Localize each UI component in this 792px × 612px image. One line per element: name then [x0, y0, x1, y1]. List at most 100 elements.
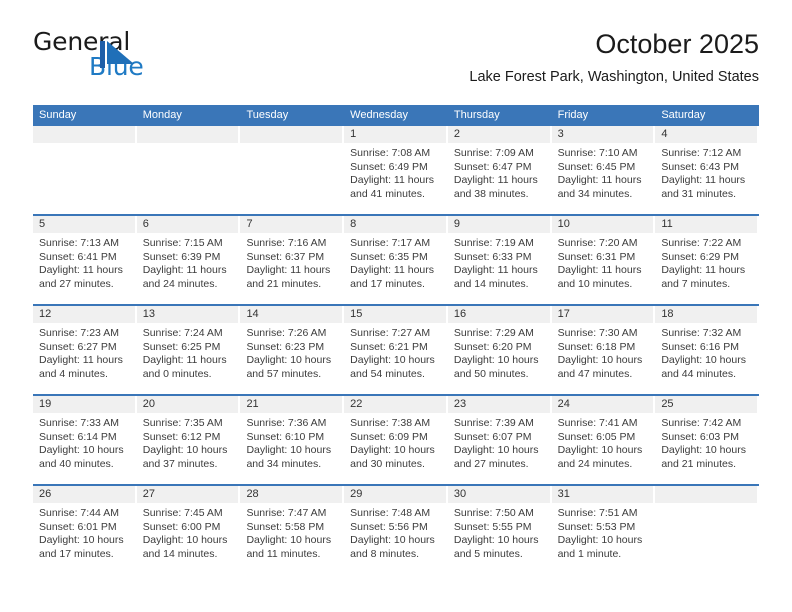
calendar-day-cell[interactable]: 13 Sunrise: 7:24 AM Sunset: 6:25 PM Dayligh… [136, 306, 241, 394]
day-number: 9 [447, 216, 550, 233]
calendar-day-cell[interactable]: 1 Sunrise: 7:08 AM Sunset: 6:49 PM Daylight… [344, 126, 448, 214]
calendar-day-cell[interactable]: 31 Sunrise: 7:51 AM Sunset: 5:53 PM Dayligh… [551, 486, 656, 574]
sunset-text: Sunset: 6:16 PM [661, 340, 739, 353]
weekday-header-saturday: Saturday [661, 109, 706, 121]
day-sun-info: Sunrise: 7:41 AM Sunset: 6:05 PM Daylight:… [552, 413, 656, 471]
day-sun-info: Sunrise: 7:13 AM Sunset: 6:41 PM Daylight:… [33, 233, 137, 291]
sunrise-text: Sunrise: 7:10 AM [557, 147, 638, 159]
day-number: 15 [344, 306, 446, 323]
calendar-day-cell-empty [33, 126, 137, 214]
calendar-day-cell[interactable]: 16 Sunrise: 7:29 AM Sunset: 6:20 PM Dayligh… [447, 306, 552, 394]
day-sun-info: Sunrise: 7:33 AM Sunset: 6:14 PM Daylight:… [33, 413, 137, 471]
daylight-text: Daylight: 10 hours and 37 minutes. [142, 444, 228, 470]
calendar-day-cell[interactable]: 18 Sunrise: 7:32 AM Sunset: 6:16 PM Dayligh… [655, 306, 759, 394]
day-number [136, 126, 239, 143]
daylight-text: Daylight: 10 hours and 30 minutes. [350, 444, 435, 470]
day-sun-info: Sunrise: 7:47 AM Sunset: 5:58 PM Daylight:… [240, 503, 344, 561]
calendar-day-cell[interactable]: 28 Sunrise: 7:47 AM Sunset: 5:58 PM Dayligh… [240, 486, 344, 574]
day-sun-info: Sunrise: 7:30 AM Sunset: 6:18 PM Daylight:… [552, 323, 656, 381]
day-number: 20 [136, 396, 239, 413]
day-sun-info: Sunrise: 7:15 AM Sunset: 6:39 PM Daylight:… [137, 233, 241, 291]
calendar-day-cell[interactable]: 9 Sunrise: 7:19 AM Sunset: 6:33 PM Daylight… [447, 216, 552, 304]
sunrise-text: Sunrise: 7:50 AM [453, 507, 534, 519]
calendar-day-cell[interactable]: 2 Sunrise: 7:09 AM Sunset: 6:47 PM Daylight… [447, 126, 552, 214]
sunset-text: Sunset: 6:05 PM [557, 430, 636, 443]
calendar-day-cell[interactable]: 22 Sunrise: 7:38 AM Sunset: 6:09 PM Dayligh… [344, 396, 448, 484]
calendar-day-cell[interactable]: 10 Sunrise: 7:20 AM Sunset: 6:31 PM Dayligh… [551, 216, 656, 304]
calendar-day-cell[interactable]: 7 Sunrise: 7:16 AM Sunset: 6:37 PM Daylight… [240, 216, 344, 304]
calendar-day-cell[interactable]: 20 Sunrise: 7:35 AM Sunset: 6:12 PM Dayligh… [136, 396, 241, 484]
daylight-text: Daylight: 11 hours and 41 minutes. [350, 174, 435, 200]
day-sun-info: Sunrise: 7:12 AM Sunset: 6:43 PM Daylight:… [655, 143, 759, 201]
day-sun-info: Sunrise: 7:22 AM Sunset: 6:29 PM Daylight:… [655, 233, 759, 291]
sunrise-text: Sunrise: 7:42 AM [661, 417, 742, 429]
calendar-day-cell[interactable]: 5 Sunrise: 7:13 AM Sunset: 6:41 PM Daylight… [33, 216, 137, 304]
daylight-text: Daylight: 11 hours and 0 minutes. [142, 354, 227, 380]
calendar-weeks: 1 Sunrise: 7:08 AM Sunset: 6:49 PM Daylight… [33, 126, 759, 574]
daylight-text: Daylight: 10 hours and 14 minutes. [142, 534, 228, 560]
sunset-text: Sunset: 6:03 PM [661, 430, 739, 443]
day-number: 19 [33, 396, 135, 413]
sunset-text: Sunset: 6:23 PM [246, 340, 325, 353]
daylight-text: Daylight: 11 hours and 21 minutes. [246, 264, 331, 290]
calendar-day-cell[interactable]: 30 Sunrise: 7:50 AM Sunset: 5:55 PM Dayligh… [447, 486, 552, 574]
day-number: 31 [551, 486, 654, 503]
daylight-text: Daylight: 10 hours and 11 minutes. [246, 534, 332, 560]
calendar-week-row: 1 Sunrise: 7:08 AM Sunset: 6:49 PM Daylight… [33, 126, 759, 214]
calendar-week-row: 19 Sunrise: 7:33 AM Sunset: 6:14 PM Dayligh… [33, 394, 759, 484]
calendar-day-cell[interactable]: 8 Sunrise: 7:17 AM Sunset: 6:35 PM Daylight… [344, 216, 448, 304]
calendar-day-cell[interactable]: 24 Sunrise: 7:41 AM Sunset: 6:05 PM Dayligh… [551, 396, 656, 484]
calendar-day-cell[interactable]: 6 Sunrise: 7:15 AM Sunset: 6:39 PM Daylight… [136, 216, 241, 304]
calendar-day-cell[interactable]: 17 Sunrise: 7:30 AM Sunset: 6:18 PM Dayligh… [551, 306, 656, 394]
day-number: 5 [33, 216, 135, 233]
calendar-day-cell[interactable]: 14 Sunrise: 7:26 AM Sunset: 6:23 PM Dayligh… [240, 306, 344, 394]
day-number: 22 [344, 396, 446, 413]
sunset-text: Sunset: 6:29 PM [661, 250, 739, 263]
day-sun-info: Sunrise: 7:50 AM Sunset: 5:55 PM Daylight:… [448, 503, 552, 561]
day-sun-info: Sunrise: 7:26 AM Sunset: 6:23 PM Daylight:… [240, 323, 344, 381]
sunset-text: Sunset: 5:55 PM [453, 520, 532, 533]
sunrise-text: Sunrise: 7:47 AM [246, 507, 327, 519]
sunrise-text: Sunrise: 7:44 AM [39, 507, 119, 519]
calendar-day-cell[interactable]: 23 Sunrise: 7:39 AM Sunset: 6:07 PM Dayligh… [447, 396, 552, 484]
calendar-day-cell[interactable]: 4 Sunrise: 7:12 AM Sunset: 6:43 PM Daylight… [655, 126, 759, 214]
day-sun-info: Sunrise: 7:32 AM Sunset: 6:16 PM Daylight:… [655, 323, 759, 381]
day-number: 4 [655, 126, 758, 143]
brand-logo[interactable]: General Blue [33, 28, 263, 88]
weekday-header-friday: Friday [557, 109, 589, 121]
sunset-text: Sunset: 6:47 PM [453, 160, 532, 173]
calendar-day-cell[interactable]: 25 Sunrise: 7:42 AM Sunset: 6:03 PM Dayligh… [655, 396, 759, 484]
day-number: 13 [136, 306, 239, 323]
daylight-text: Daylight: 11 hours and 34 minutes. [557, 174, 642, 200]
day-number: 3 [551, 126, 654, 143]
day-sun-info: Sunrise: 7:35 AM Sunset: 6:12 PM Daylight:… [137, 413, 241, 471]
calendar-day-cell[interactable]: 11 Sunrise: 7:22 AM Sunset: 6:29 PM Dayligh… [655, 216, 759, 304]
sunrise-text: Sunrise: 7:35 AM [142, 417, 223, 429]
day-sun-info: Sunrise: 7:23 AM Sunset: 6:27 PM Daylight:… [33, 323, 137, 381]
calendar-day-cell[interactable]: 15 Sunrise: 7:27 AM Sunset: 6:21 PM Dayligh… [344, 306, 448, 394]
daylight-text: Daylight: 11 hours and 31 minutes. [661, 174, 746, 200]
sunrise-text: Sunrise: 7:39 AM [453, 417, 534, 429]
day-sun-info: Sunrise: 7:51 AM Sunset: 5:53 PM Daylight:… [552, 503, 656, 561]
daylight-text: Daylight: 11 hours and 10 minutes. [557, 264, 642, 290]
title-block: October 2025 Lake Forest Park, Washingto… [469, 28, 759, 86]
calendar-day-cell[interactable]: 27 Sunrise: 7:45 AM Sunset: 6:00 PM Dayligh… [136, 486, 241, 574]
calendar-day-cell[interactable]: 29 Sunrise: 7:48 AM Sunset: 5:56 PM Dayligh… [344, 486, 448, 574]
day-sun-info: Sunrise: 7:39 AM Sunset: 6:07 PM Daylight:… [448, 413, 552, 471]
calendar-day-cell[interactable]: 3 Sunrise: 7:10 AM Sunset: 6:45 PM Daylight… [551, 126, 656, 214]
sunrise-text: Sunrise: 7:20 AM [557, 237, 638, 249]
day-number [240, 126, 343, 143]
sunset-text: Sunset: 6:00 PM [142, 520, 221, 533]
day-number: 17 [551, 306, 654, 323]
day-number [33, 126, 135, 143]
calendar-day-cell[interactable]: 19 Sunrise: 7:33 AM Sunset: 6:14 PM Dayligh… [33, 396, 137, 484]
day-sun-info: Sunrise: 7:16 AM Sunset: 6:37 PM Daylight:… [240, 233, 344, 291]
calendar-day-cell[interactable]: 21 Sunrise: 7:36 AM Sunset: 6:10 PM Dayligh… [240, 396, 344, 484]
sunset-text: Sunset: 6:07 PM [453, 430, 532, 443]
day-number: 18 [655, 306, 758, 323]
page-subtitle: Lake Forest Park, Washington, United Sta… [469, 69, 759, 85]
calendar-day-cell[interactable]: 26 Sunrise: 7:44 AM Sunset: 6:01 PM Dayligh… [33, 486, 137, 574]
sunset-text: Sunset: 6:01 PM [39, 520, 117, 533]
daylight-text: Daylight: 10 hours and 8 minutes. [350, 534, 435, 560]
calendar-day-cell[interactable]: 12 Sunrise: 7:23 AM Sunset: 6:27 PM Dayligh… [33, 306, 137, 394]
